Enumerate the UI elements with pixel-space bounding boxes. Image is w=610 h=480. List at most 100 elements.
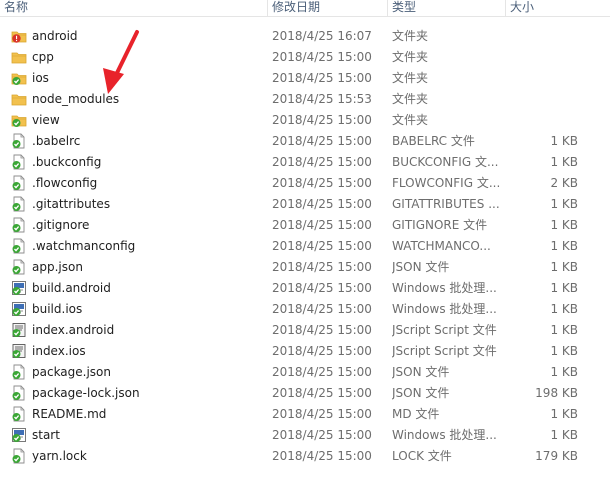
file-date-modified: 2018/4/25 15:00 [272, 323, 372, 337]
file-row[interactable]: package-lock.json 2018/4/25 15:00 JSON 文件 1… [0, 383, 610, 404]
file-check-icon [12, 133, 25, 149]
file-name: android [32, 29, 78, 43]
file-row[interactable]: .watchmanconfig 2018/4/25 15:00 WATCHMANCO… [0, 236, 610, 257]
file-type: 文件夹 [392, 71, 429, 85]
file-name: ios [32, 71, 49, 85]
column-header-date[interactable]: 修改日期 [268, 0, 388, 16]
file-size: 179 KB [535, 449, 578, 463]
file-type: JSON 文件 [392, 365, 450, 379]
file-size: 1 KB [550, 302, 578, 316]
file-row[interactable]: index.ios 2018/4/25 15:00 JScript Script 文… [0, 341, 610, 362]
file-date-modified: 2018/4/25 15:00 [272, 239, 372, 253]
file-date-modified: 2018/4/25 16:07 [272, 29, 372, 43]
file-name: .buckconfig [32, 155, 102, 169]
file-date-modified: 2018/4/25 15:00 [272, 428, 372, 442]
file-row[interactable]: .gitattributes 2018/4/25 15:00 GITATTRIBUT… [0, 194, 610, 215]
file-type: FLOWCONFIG 文... [392, 176, 501, 190]
folder-check-icon [11, 115, 27, 127]
file-check-icon [12, 217, 25, 233]
file-check-icon [12, 175, 25, 191]
file-row[interactable]: view 2018/4/25 15:00 文件夹 [0, 110, 610, 131]
file-date-modified: 2018/4/25 15:00 [272, 134, 372, 148]
file-date-modified: 2018/4/25 15:00 [272, 302, 372, 316]
file-name: index.ios [32, 344, 86, 358]
file-size: 1 KB [550, 155, 578, 169]
file-name: package.json [32, 365, 112, 379]
file-row[interactable]: android 2018/4/25 16:07 文件夹 [0, 26, 610, 47]
file-size: 1 KB [550, 407, 578, 421]
column-header-type[interactable]: 类型 [388, 0, 506, 16]
file-type: MD 文件 [392, 407, 440, 421]
file-date-modified: 2018/4/25 15:00 [272, 407, 372, 421]
column-header-size[interactable]: 大小 [506, 0, 610, 16]
script-file-icon [12, 323, 26, 337]
file-check-icon [12, 448, 25, 464]
file-row[interactable]: ios 2018/4/25 15:00 文件夹 [0, 68, 610, 89]
file-date-modified: 2018/4/25 15:53 [272, 92, 372, 106]
file-name: cpp [32, 50, 54, 64]
file-size [508, 110, 578, 131]
file-size [508, 89, 578, 110]
file-row[interactable]: app.json 2018/4/25 15:00 JSON 文件 1 KB [0, 257, 610, 278]
file-size: 1 KB [550, 344, 578, 358]
file-name: build.ios [32, 302, 83, 316]
file-row[interactable]: yarn.lock 2018/4/25 15:00 LOCK 文件 179 KB [0, 446, 610, 467]
file-row[interactable]: start 2018/4/25 15:00 Windows 批处理... 1 KB [0, 425, 610, 446]
file-row[interactable]: build.ios 2018/4/25 15:00 Windows 批处理... 1 … [0, 299, 610, 320]
file-name: .gitignore [32, 218, 90, 232]
file-row[interactable]: build.android 2018/4/25 15:00 Windows 批处理.… [0, 278, 610, 299]
file-type: JScript Script 文件 [392, 323, 497, 337]
file-name: yarn.lock [32, 449, 87, 463]
file-size: 1 KB [550, 365, 578, 379]
file-date-modified: 2018/4/25 15:00 [272, 50, 372, 64]
file-date-modified: 2018/4/25 15:00 [272, 218, 372, 232]
batch-file-icon [12, 428, 26, 442]
file-row[interactable]: .buckconfig 2018/4/25 15:00 BUCKCONFIG 文..… [0, 152, 610, 173]
file-type: JScript Script 文件 [392, 344, 497, 358]
file-row[interactable]: README.md 2018/4/25 15:00 MD 文件 1 KB [0, 404, 610, 425]
file-row[interactable]: index.android 2018/4/25 15:00 JScript Scri… [0, 320, 610, 341]
column-header-name[interactable]: 名称 [0, 0, 268, 16]
script-file-icon [12, 344, 26, 358]
file-row[interactable]: .gitignore 2018/4/25 15:00 GITIGNORE 文件 1 K… [0, 215, 610, 236]
file-check-icon [12, 259, 25, 275]
file-size [508, 47, 578, 68]
file-name: package-lock.json [32, 386, 140, 400]
file-name: .gitattributes [32, 197, 111, 211]
folder-alert-icon [11, 31, 27, 43]
file-name: .flowconfig [32, 176, 98, 190]
file-date-modified: 2018/4/25 15:00 [272, 260, 372, 274]
batch-file-icon [12, 302, 26, 316]
file-date-modified: 2018/4/25 15:00 [272, 386, 372, 400]
file-row[interactable]: .flowconfig 2018/4/25 15:00 FLOWCONFIG 文..… [0, 173, 610, 194]
folder-icon [11, 52, 27, 64]
file-size: 1 KB [550, 428, 578, 442]
file-size: 1 KB [550, 260, 578, 274]
file-date-modified: 2018/4/25 15:00 [272, 71, 372, 85]
file-type: 文件夹 [392, 50, 429, 64]
file-date-modified: 2018/4/25 15:00 [272, 281, 372, 295]
file-check-icon [12, 154, 25, 170]
file-type: Windows 批处理... [392, 302, 497, 316]
file-date-modified: 2018/4/25 15:00 [272, 155, 372, 169]
file-name: index.android [32, 323, 115, 337]
file-size: 1 KB [550, 239, 578, 253]
file-date-modified: 2018/4/25 15:00 [272, 113, 372, 127]
file-row[interactable]: .babelrc 2018/4/25 15:00 BABELRC 文件 1 KB [0, 131, 610, 152]
file-check-icon [12, 385, 25, 401]
file-name: README.md [32, 407, 107, 421]
file-row[interactable]: package.json 2018/4/25 15:00 JSON 文件 1 KB [0, 362, 610, 383]
file-row[interactable]: cpp 2018/4/25 15:00 文件夹 [0, 47, 610, 68]
file-date-modified: 2018/4/25 15:00 [272, 449, 372, 463]
file-type: 文件夹 [392, 29, 429, 43]
file-type: LOCK 文件 [392, 449, 452, 463]
file-type: Windows 批处理... [392, 281, 497, 295]
file-type: 文件夹 [392, 92, 429, 106]
file-type: GITIGNORE 文件 [392, 218, 488, 232]
file-row[interactable]: node_modules 2018/4/25 15:53 文件夹 [0, 89, 610, 110]
file-size [508, 26, 578, 47]
batch-file-icon [12, 281, 26, 295]
file-check-icon [12, 238, 25, 254]
file-date-modified: 2018/4/25 15:00 [272, 344, 372, 358]
file-name: node_modules [32, 92, 120, 106]
